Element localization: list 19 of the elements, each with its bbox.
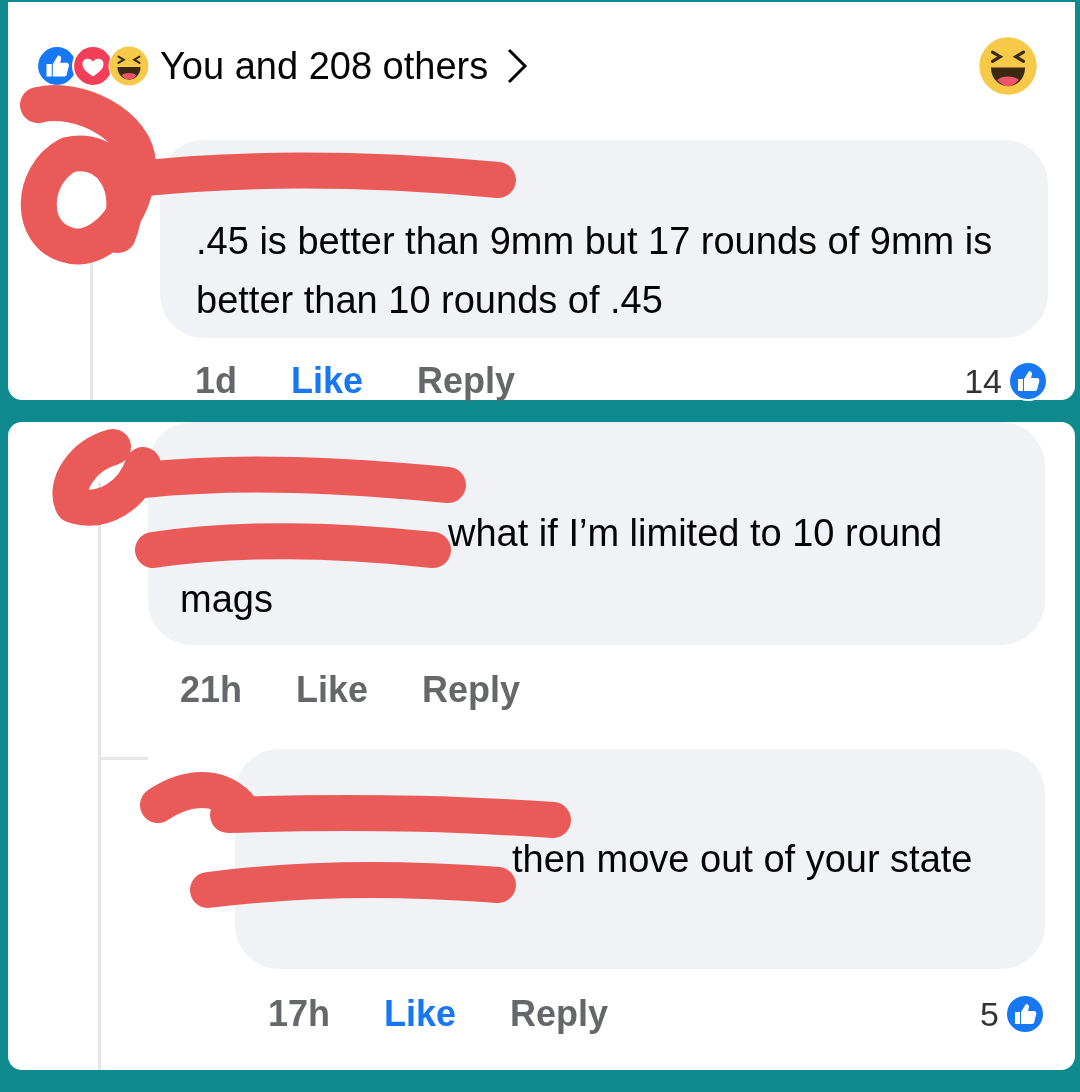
comment-text: what if I’m limited to 10 round mags (180, 511, 944, 622)
like-link[interactable]: Like (384, 993, 457, 1035)
comment-time: 17h (268, 993, 331, 1035)
like-link[interactable]: Like (291, 360, 364, 402)
comment-text: .45 is better than 9mm but 17 rounds of 9mm is better than 10 rounds of .45 (196, 219, 994, 323)
comment-text: then move out of your state (511, 837, 974, 882)
comment-time: 21h (180, 669, 243, 711)
reply-link[interactable]: Reply (417, 360, 516, 402)
like-link[interactable]: Like (296, 669, 369, 711)
reaction-count: 5 (980, 994, 999, 1034)
laughing-face-icon (108, 45, 150, 87)
reaction-count: 14 (964, 361, 1002, 401)
thumbs-up-icon (1005, 994, 1045, 1034)
comment-time: 1d (195, 360, 237, 402)
reactions-summary[interactable]: You and 208 others (160, 44, 489, 88)
chevron-icon[interactable] (506, 47, 529, 85)
reply-link[interactable]: Reply (422, 669, 521, 711)
reply-link[interactable]: Reply (510, 993, 609, 1035)
laughing-face-icon (977, 35, 1039, 97)
